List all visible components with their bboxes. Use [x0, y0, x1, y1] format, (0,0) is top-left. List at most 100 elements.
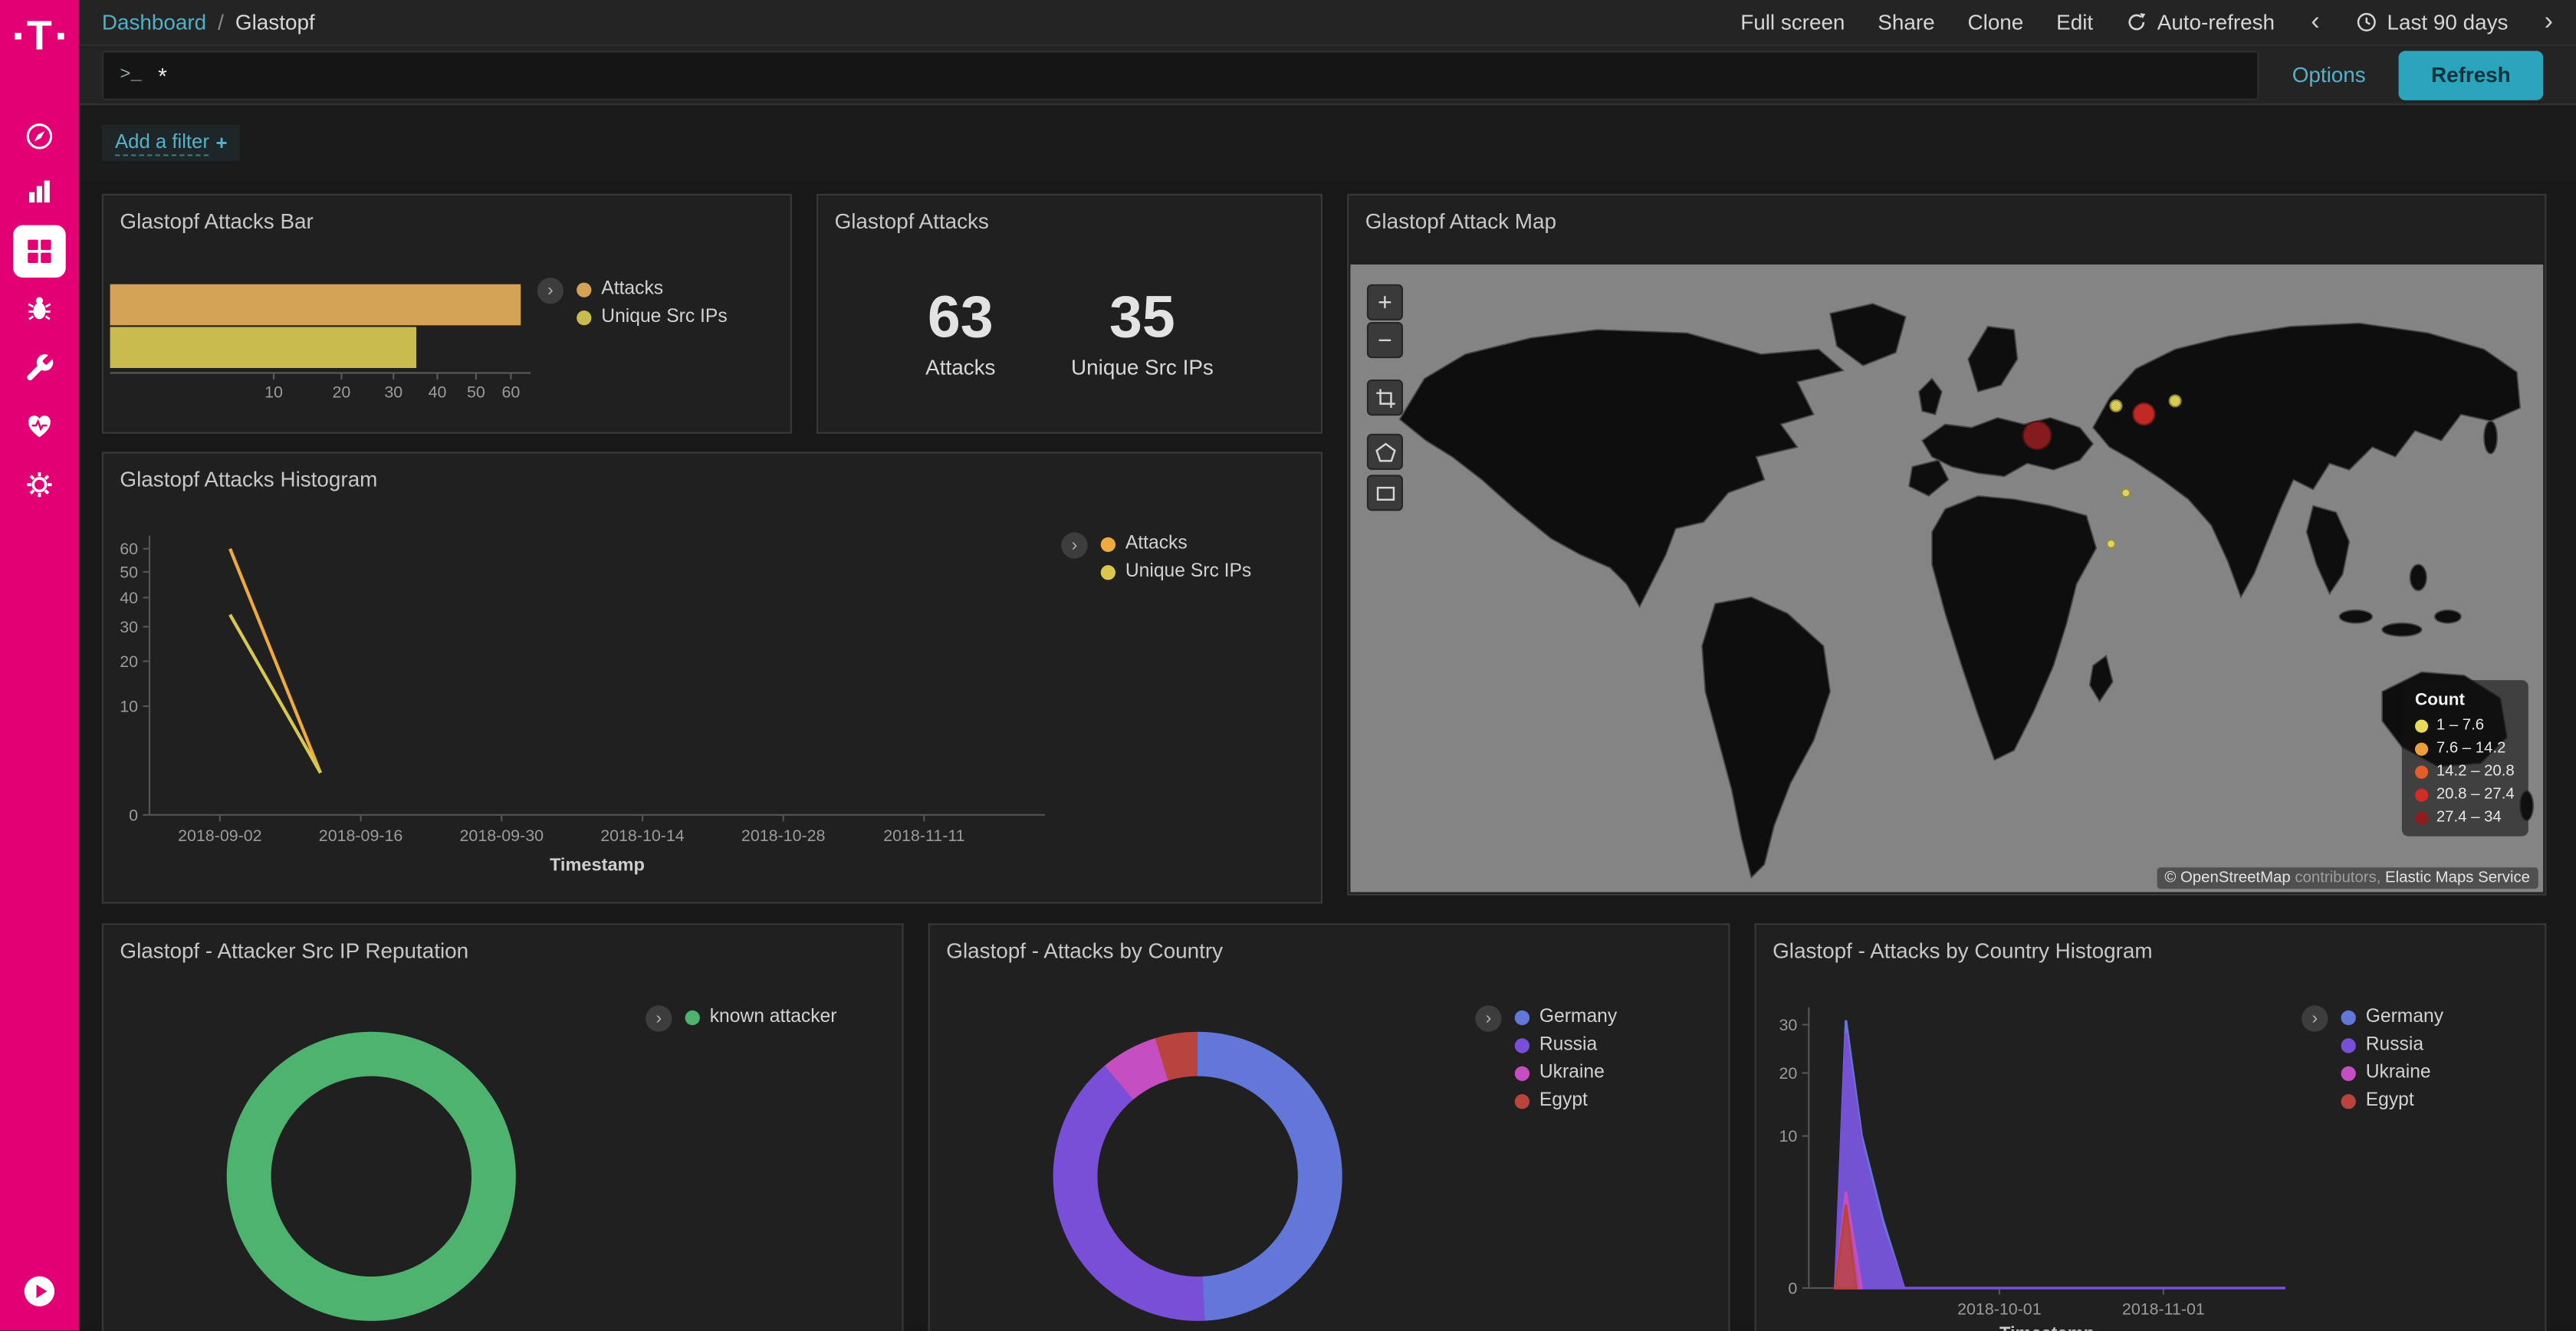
map-legend-label: 14.2 – 20.8: [2436, 762, 2515, 781]
sidebar-item-honeypot[interactable]: [13, 283, 66, 336]
donut-hole: [1097, 1076, 1297, 1277]
y-tick-label: 30: [1779, 1016, 1797, 1034]
sidebar-item-discover[interactable]: [13, 110, 66, 163]
legend-label: Unique Src IPs: [1125, 562, 1251, 582]
legend-item[interactable]: Ukraine: [1515, 1063, 1617, 1083]
map-legend-title: Count: [2415, 690, 2515, 710]
clock-icon: [2356, 12, 2377, 33]
tick-label: 10: [264, 383, 283, 402]
edit-button[interactable]: Edit: [2056, 10, 2093, 35]
reputation-donut-chart[interactable]: [227, 1032, 516, 1321]
map-legend-item: 14.2 – 20.8: [2415, 762, 2515, 781]
query-value: *: [158, 61, 167, 87]
x-axis-label: Timestamp: [1999, 1323, 2095, 1330]
options-link[interactable]: Options: [2292, 62, 2366, 87]
bar-Attacks[interactable]: [110, 284, 521, 326]
legend-toggle-button[interactable]: ›: [537, 278, 564, 304]
auto-refresh-button[interactable]: Auto-refresh: [2126, 10, 2275, 35]
panel-title: Glastopf Attack Map: [1365, 209, 1556, 233]
full-screen-button[interactable]: Full screen: [1740, 10, 1845, 35]
legend-item[interactable]: Unique Src IPs: [577, 307, 728, 327]
breadcrumb-dashboard-link[interactable]: Dashboard: [102, 9, 206, 34]
bug-icon: [23, 292, 56, 325]
legend-label: Germany: [1539, 1007, 1617, 1027]
map-legend-dot: [2415, 788, 2428, 801]
country-donut-chart[interactable]: [1053, 1032, 1342, 1321]
legend-item[interactable]: Germany: [1515, 1007, 1617, 1027]
add-filter-link[interactable]: Add a filter +: [102, 125, 241, 161]
legend-item[interactable]: Egypt: [1515, 1091, 1617, 1111]
y-tick-label: 10: [1779, 1127, 1797, 1145]
metric-unique-src-ips: 35 Unique Src IPs: [1071, 288, 1214, 380]
time-range-picker[interactable]: Last 90 days: [2356, 10, 2509, 35]
sidebar-item-dev-tools[interactable]: [13, 342, 66, 395]
area-Russia: [1835, 1034, 2285, 1288]
legend-label: Russia: [2366, 1035, 2423, 1055]
clone-button[interactable]: Clone: [1968, 10, 2024, 35]
legend-list: known attacker: [685, 1007, 837, 1027]
legend-item[interactable]: Russia: [1515, 1035, 1617, 1055]
map-legend-item: 20.8 – 27.4: [2415, 785, 2515, 804]
attacks-histogram-chart: 01020304050602018-09-022018-09-162018-09…: [104, 526, 1319, 904]
panel-attacks-metric: Glastopf Attacks 63 Attacks 35 Unique Sr…: [816, 194, 1322, 434]
draw-polygon-button[interactable]: [1367, 434, 1403, 470]
legend-item[interactable]: Ukraine: [2341, 1063, 2443, 1083]
bar-Unique Src IPs[interactable]: [110, 327, 416, 368]
legend-item[interactable]: Germany: [2341, 1007, 2443, 1027]
compass-icon: [23, 120, 56, 153]
query-prompt-icon: >_: [120, 65, 141, 85]
legend-item[interactable]: Attacks: [1101, 534, 1252, 554]
y-tick-label: 20: [120, 652, 138, 671]
legend-label: Ukraine: [1539, 1063, 1605, 1083]
sidebar-item-visualize[interactable]: [13, 166, 66, 219]
heartbeat-icon: [23, 409, 56, 442]
x-tick-label: 2018-09-16: [319, 827, 403, 845]
world-map[interactable]: + − Count: [1350, 265, 2543, 892]
legend-toggle-button[interactable]: ›: [646, 1005, 672, 1031]
y-tick-label: 0: [1788, 1279, 1797, 1297]
donut-hole: [271, 1076, 472, 1277]
osm-attribution[interactable]: © OpenStreetMap: [2164, 869, 2290, 888]
map-legend-items: 1 – 7.67.6 – 14.214.2 – 20.820.8 – 27.42…: [2415, 716, 2515, 827]
zoom-in-button[interactable]: +: [1367, 284, 1403, 320]
ems-attribution[interactable]: Elastic Maps Service: [2385, 869, 2530, 888]
legend-dot: [577, 282, 591, 297]
legend-dot: [1101, 564, 1116, 579]
panel-attacks-histogram: Glastopf Attacks Histogram 0102030405060…: [102, 452, 1322, 903]
breadcrumb: Dashboard/Glastopf: [102, 8, 315, 38]
legend-toggle-button[interactable]: ›: [1061, 532, 1087, 558]
map-marker: [2132, 403, 2155, 426]
sidebar-item-management[interactable]: [13, 458, 66, 511]
crop-icon: [1375, 387, 1396, 409]
legend-item[interactable]: Russia: [2341, 1035, 2443, 1055]
map-attribution: © OpenStreetMap contributors, Elastic Ma…: [2157, 867, 2538, 889]
refresh-button[interactable]: Refresh: [2399, 50, 2544, 99]
sidebar-item-dashboard[interactable]: [13, 225, 66, 278]
legend-label: known attacker: [710, 1007, 837, 1027]
legend-item[interactable]: Attacks: [577, 279, 728, 299]
map-legend-dot: [2415, 764, 2428, 777]
legend-list: Attacks Unique Src IPs: [1101, 534, 1252, 581]
legend-list: Attacks Unique Src IPs: [577, 279, 728, 327]
time-back-button[interactable]: ‹: [2308, 9, 2323, 35]
zoom-out-button[interactable]: −: [1367, 322, 1403, 358]
fit-data-bounds-button[interactable]: [1367, 380, 1403, 416]
legend-dot: [1515, 1010, 1530, 1024]
map-legend-item: 27.4 – 34: [2415, 808, 2515, 827]
legend-toggle-button[interactable]: ›: [1475, 1005, 1501, 1031]
panel-title: Glastopf Attacks: [835, 209, 989, 233]
legend-item[interactable]: Unique Src IPs: [1101, 562, 1252, 582]
x-tick-label: 2018-10-14: [600, 827, 685, 845]
legend-label: Attacks: [601, 279, 663, 299]
legend-item[interactable]: known attacker: [685, 1007, 837, 1027]
sidebar-item-monitoring[interactable]: [13, 399, 66, 452]
metric-label: Attacks: [925, 355, 995, 380]
legend-item[interactable]: Egypt: [2341, 1091, 2443, 1111]
share-button[interactable]: Share: [1878, 10, 1934, 35]
legend-toggle-button[interactable]: ›: [2302, 1005, 2328, 1031]
draw-rectangle-button[interactable]: [1367, 475, 1403, 511]
query-input[interactable]: >_ *: [102, 50, 2259, 99]
time-forward-button[interactable]: ›: [2541, 9, 2556, 35]
sidebar-collapse-button[interactable]: [21, 1273, 58, 1310]
filter-bar: Add a filter +: [79, 105, 2576, 181]
